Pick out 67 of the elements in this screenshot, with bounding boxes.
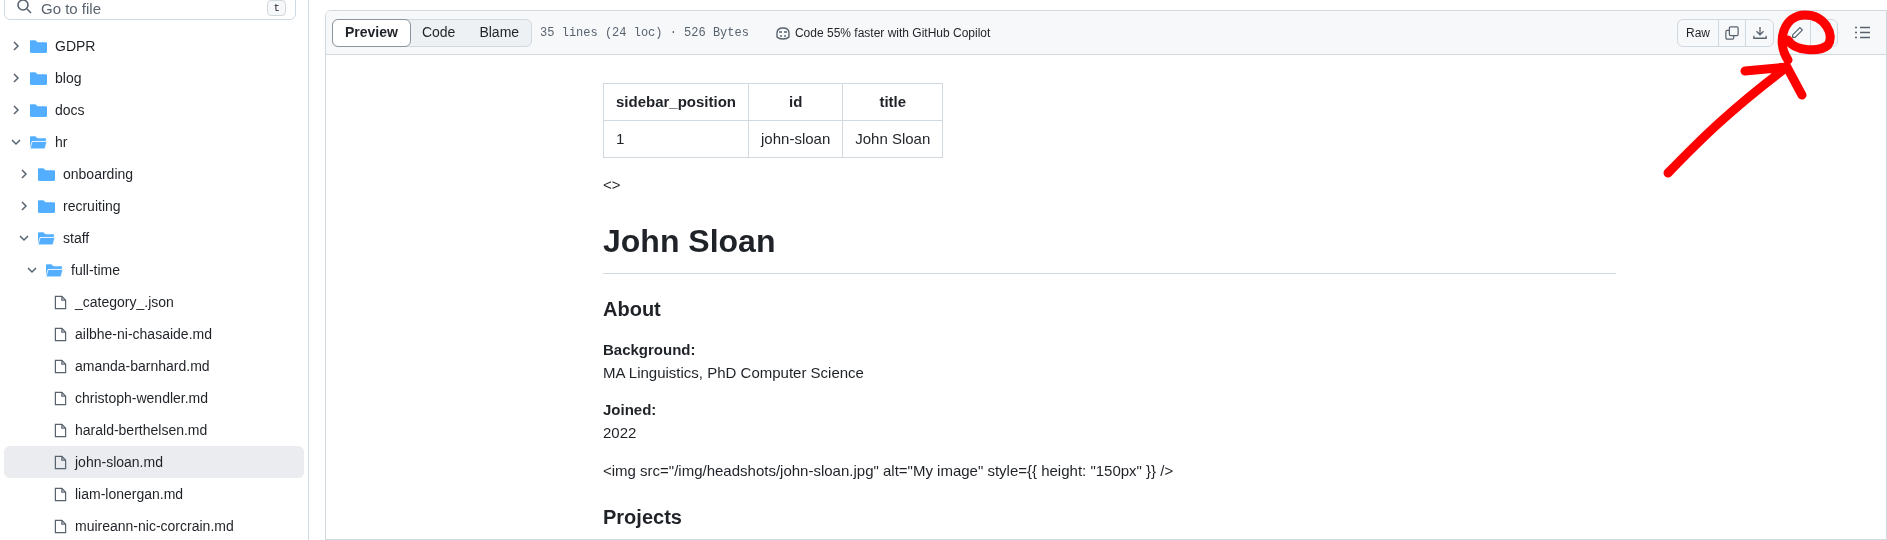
folder-icon <box>30 102 47 118</box>
file-item[interactable]: john-sloan.md <box>4 446 304 478</box>
chevron-icon[interactable] <box>10 104 22 116</box>
copilot-promo-link[interactable]: Code 55% faster with GitHub Copilot <box>794 23 991 42</box>
search-icon <box>16 0 32 14</box>
folder-name[interactable]: docs <box>55 99 85 121</box>
folder-name[interactable]: staff <box>63 227 90 249</box>
table-cell: John Sloan <box>842 120 943 158</box>
file-icon <box>54 486 67 502</box>
file-item[interactable]: liam-lonergan.md <box>4 478 304 510</box>
chevron-icon[interactable] <box>18 232 30 244</box>
folder-name[interactable]: GDPR <box>55 35 96 57</box>
folder-icon <box>30 38 47 54</box>
chevron-icon[interactable] <box>10 136 22 148</box>
file-info: 35 lines (24 loc) · 526 Bytes <box>540 24 749 42</box>
folder-icon <box>38 166 55 182</box>
table-cell: 1 <box>603 120 749 158</box>
folder-name[interactable]: recruiting <box>63 195 121 217</box>
view-tab[interactable]: Preview <box>332 18 411 47</box>
file-icon <box>54 518 67 534</box>
open-folder-icon <box>38 230 55 246</box>
file-item[interactable]: muireann-nic-corcrain.md <box>4 510 304 540</box>
table-cell: john-sloan <box>748 120 843 158</box>
copy-icon <box>1725 25 1739 40</box>
chevron-icon[interactable] <box>18 168 30 180</box>
file-item[interactable]: ailbhe-ni-chasaide.md <box>4 318 304 350</box>
open-folder-icon <box>30 134 47 150</box>
open-folder-icon <box>46 262 63 278</box>
download-icon <box>1752 25 1767 40</box>
field-value: 2022 <box>603 422 638 443</box>
file-item[interactable]: _category_.json <box>4 286 304 318</box>
column-header: title <box>842 83 943 121</box>
chevron-icon[interactable] <box>18 200 30 212</box>
paragraph: <img src="/img/headshots/john-sloan.jpg" alt="My image" style={{ height: "150px" }} /> <box>603 460 1175 481</box>
folder-name[interactable]: full-time <box>71 259 120 281</box>
view-tab[interactable]: Code <box>409 19 468 46</box>
field-value: MA Linguistics, PhD Computer Science <box>603 362 865 383</box>
file-icon <box>54 422 67 438</box>
shortcut-key: t <box>267 0 286 16</box>
list-icon <box>1854 26 1870 39</box>
copilot-icon <box>774 24 791 41</box>
file-item[interactable]: amanda-barnhard.md <box>4 350 304 382</box>
column-header: id <box>748 83 843 121</box>
file-icon <box>54 326 67 342</box>
folder-icon <box>30 70 47 86</box>
file-icon <box>54 390 67 406</box>
field-label: Joined: <box>603 399 658 420</box>
file-icon <box>54 294 67 310</box>
chevron-icon[interactable] <box>10 40 22 52</box>
file-item[interactable]: harald-berthelsen.md <box>4 414 304 446</box>
page-heading: John Sloan <box>603 216 1616 274</box>
pencil-icon <box>1791 26 1804 39</box>
column-header: sidebar_position <box>603 83 749 121</box>
chevron-icon[interactable] <box>10 72 22 84</box>
paragraph: <> <box>603 175 622 195</box>
folder-name[interactable]: onboarding <box>63 163 134 185</box>
folder-name[interactable]: hr <box>55 131 68 153</box>
section-heading: About <box>603 296 662 322</box>
view-tab[interactable]: Blame <box>467 19 532 46</box>
file-item[interactable]: christoph-wendler.md <box>4 382 304 414</box>
section-heading: Projects <box>603 505 683 530</box>
folder-icon <box>38 198 55 214</box>
field-label: Background: <box>603 339 697 360</box>
file-icon <box>54 358 67 374</box>
chevron-icon[interactable] <box>26 264 38 276</box>
folder-name[interactable]: blog <box>55 67 82 89</box>
file-icon <box>54 454 67 470</box>
